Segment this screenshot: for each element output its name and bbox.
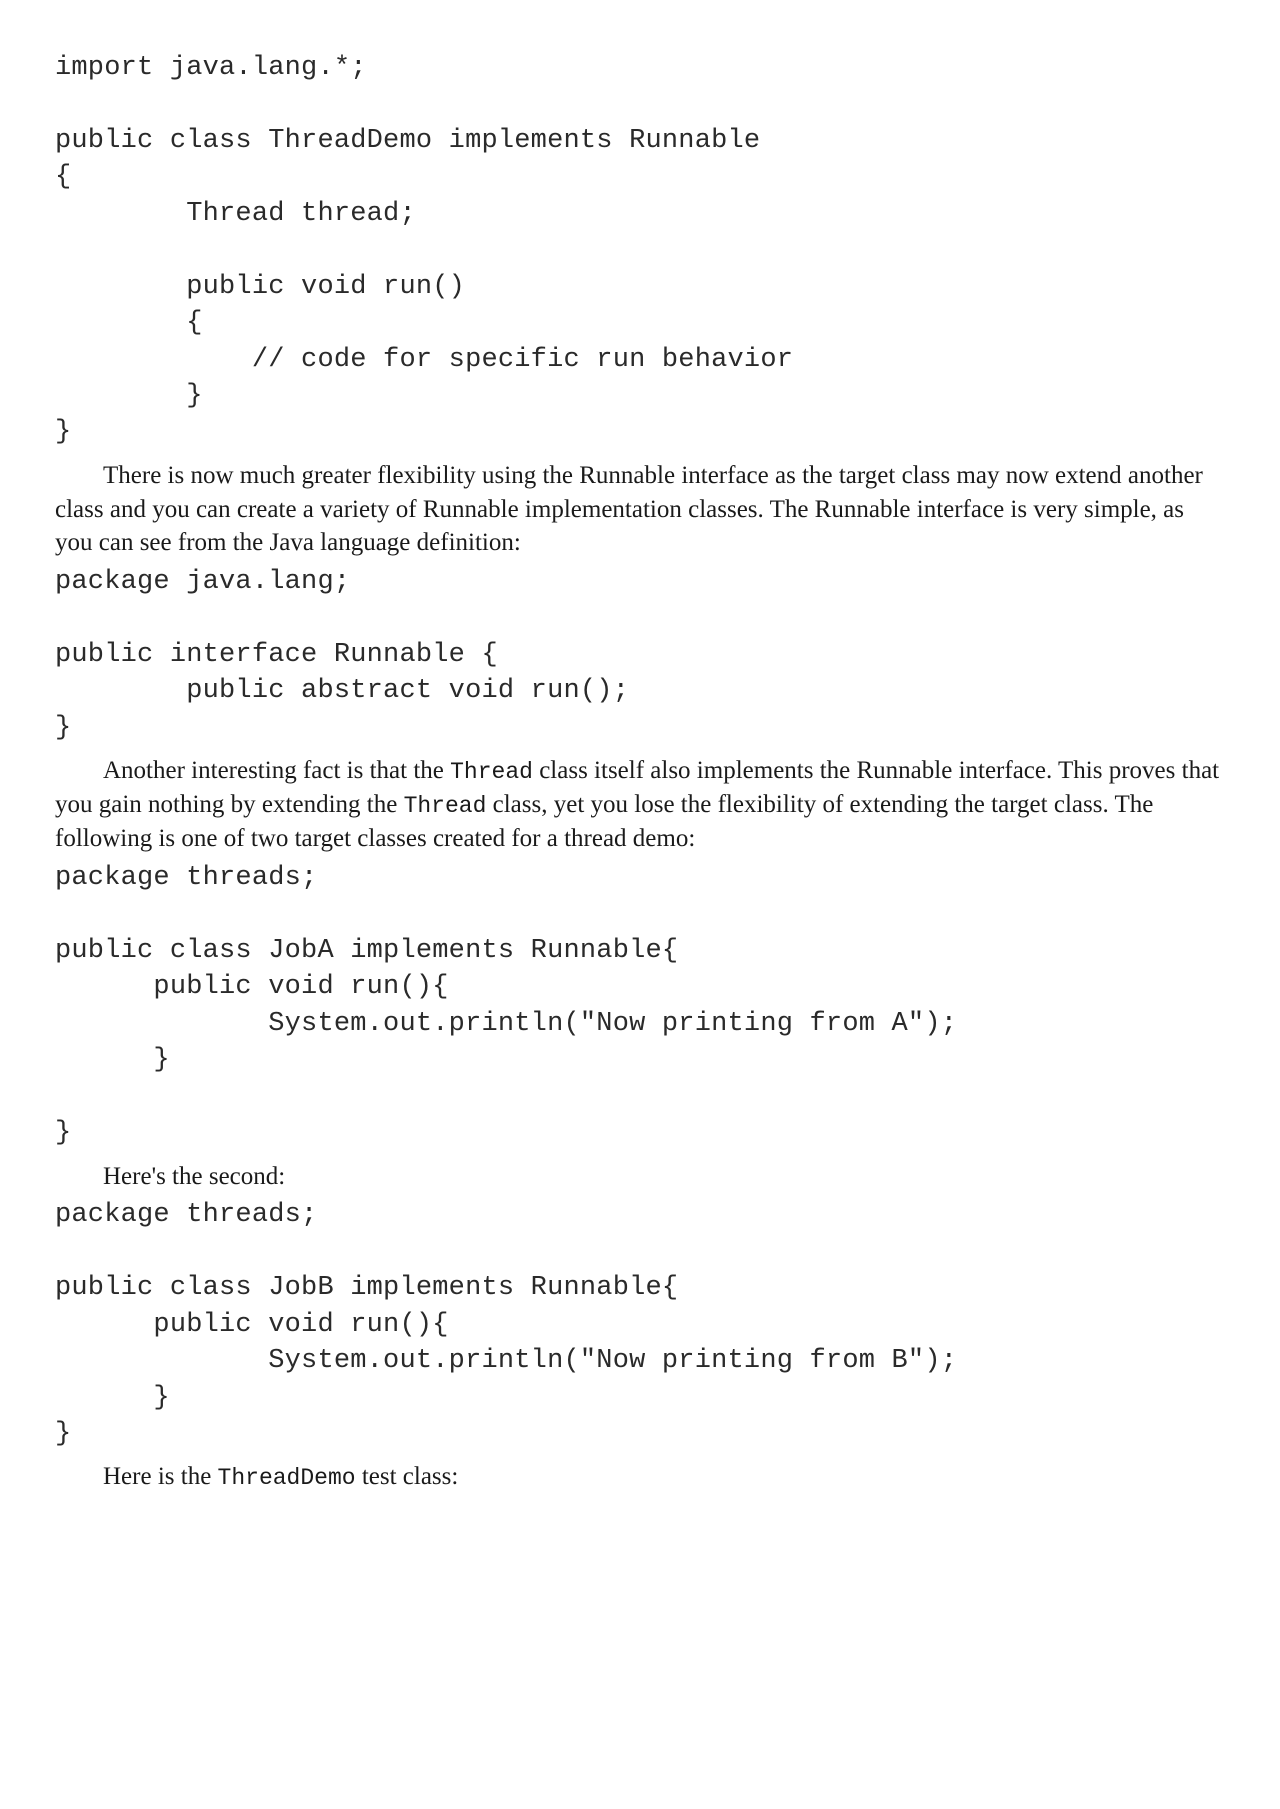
paragraph-1: There is now much greater flexibility us… (55, 459, 1225, 560)
code-block-4: package threads; public class JobB imple… (55, 1197, 1225, 1452)
inline-code-threaddemo: ThreadDemo (218, 1465, 356, 1491)
para4-text-b: test class: (356, 1463, 459, 1490)
para4-text-a: Here is the (103, 1463, 218, 1490)
code-block-1: import java.lang.*; public class ThreadD… (55, 50, 1225, 451)
code-block-2: package java.lang; public interface Runn… (55, 564, 1225, 746)
inline-code-thread-1: Thread (450, 759, 533, 785)
paragraph-4: Here is the ThreadDemo test class: (55, 1460, 1225, 1494)
code-block-3: package threads; public class JobA imple… (55, 860, 1225, 1152)
para2-text-a: Another interesting fact is that the (103, 757, 450, 784)
inline-code-thread-2: Thread (404, 793, 487, 819)
paragraph-3: Here's the second: (55, 1160, 1225, 1194)
paragraph-2: Another interesting fact is that the Thr… (55, 754, 1225, 856)
